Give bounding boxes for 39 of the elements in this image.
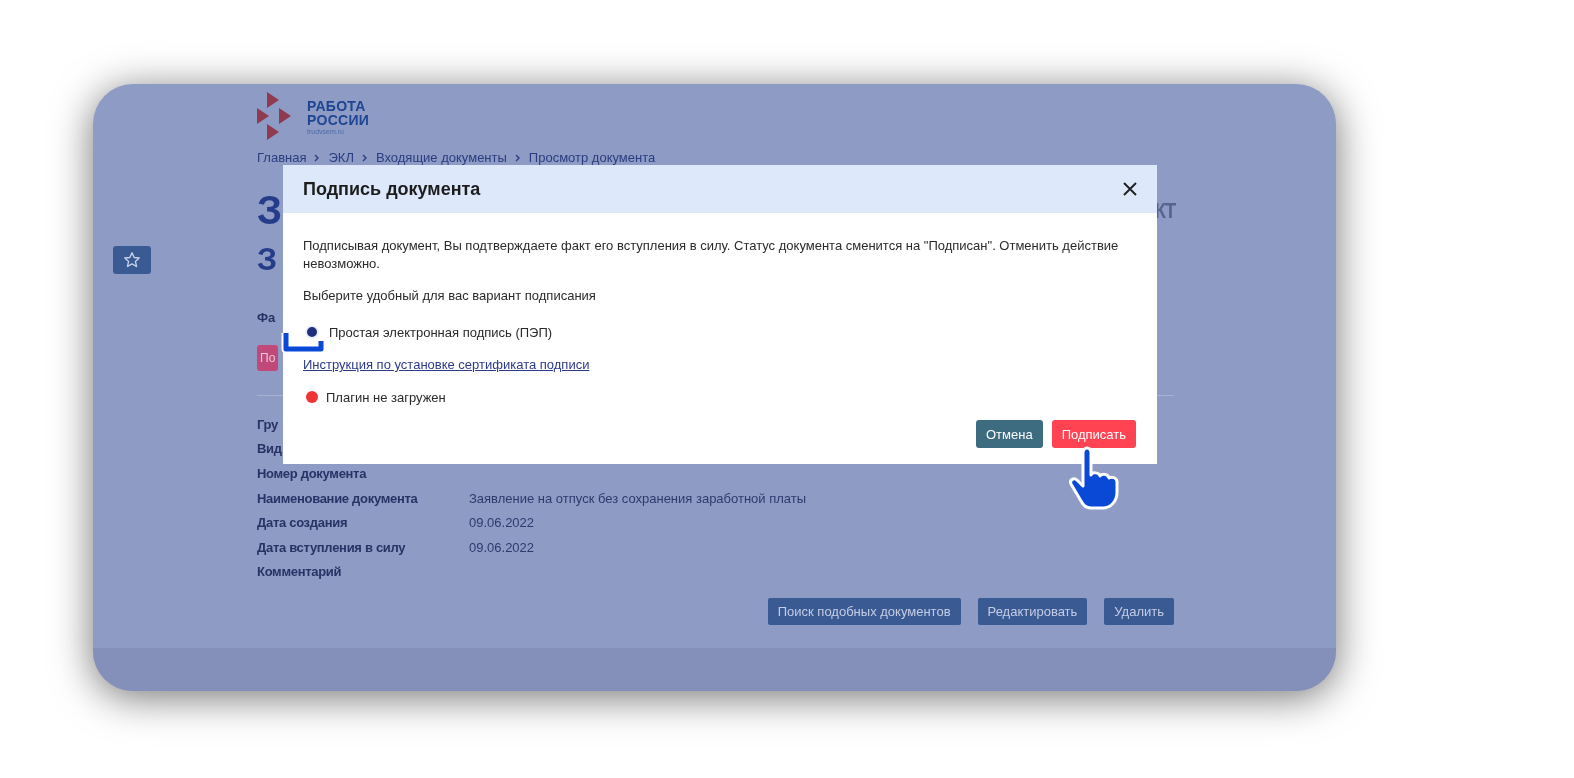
detail-label: Номер документа (257, 466, 368, 481)
chevron-icon (514, 154, 521, 162)
detail-label: Вид (257, 441, 283, 457)
page-title: З (257, 188, 283, 232)
dialog-title: Подпись документа (303, 178, 481, 200)
breadcrumb-link[interactable]: Просмотр документа (528, 150, 656, 166)
chevron-icon (314, 154, 321, 162)
chevron-icon (361, 154, 368, 162)
sign-button[interactable]: Подписать (1051, 420, 1136, 448)
detail-label: Гру (257, 416, 279, 432)
detail-value: 09.06.2022 (469, 539, 535, 555)
field-label: Фа (257, 310, 276, 325)
cancel-button[interactable]: Отмена (976, 420, 1043, 448)
logo-text: РОССИИ (307, 113, 370, 127)
dialog-message: Подписывая документ, Вы подтверждаете факт его вступления в силу. Статус документа сменится на "Подписан". Отменить действие невозможно. (303, 237, 1120, 273)
action-button[interactable]: Редактировать (977, 598, 1088, 626)
close-button[interactable] (1122, 181, 1138, 197)
detail-value: 09.06.2022 (469, 515, 535, 531)
option-label: Простая электронная подпись (ПЭП) (329, 324, 553, 340)
favorite-button[interactable] (113, 246, 151, 274)
status-text: Плагин не загружен (326, 389, 446, 405)
action-button[interactable]: По (257, 345, 279, 371)
detail-label: Комментарий (257, 564, 343, 580)
breadcrumb-link[interactable]: Входящие документы (375, 150, 507, 166)
detail-value: Заявление на отпуск без сохранения заработной платы (469, 490, 807, 506)
detail-label: Дата вступления в силу (257, 539, 407, 555)
detail-label: Дата создания (257, 515, 349, 531)
close-icon (1122, 181, 1138, 197)
dialog-prompt: Выберите удобный для вас вариант подписания (303, 287, 597, 305)
breadcrumb-link[interactable]: Главная (257, 150, 307, 166)
star-icon (123, 251, 141, 269)
instruction-link[interactable]: Инструкция по установке сертификата подписи (303, 356, 590, 374)
action-button[interactable]: Удалить (1104, 598, 1174, 626)
radio-button[interactable] (305, 325, 319, 339)
logo-text: РАБОТА (307, 99, 367, 113)
action-button[interactable]: Поиск подобных документов (767, 598, 961, 626)
page-subtitle: З (257, 241, 278, 277)
detail-label: Наименование документа (257, 490, 419, 506)
breadcrumb-link[interactable]: ЭКЛ (328, 150, 354, 166)
